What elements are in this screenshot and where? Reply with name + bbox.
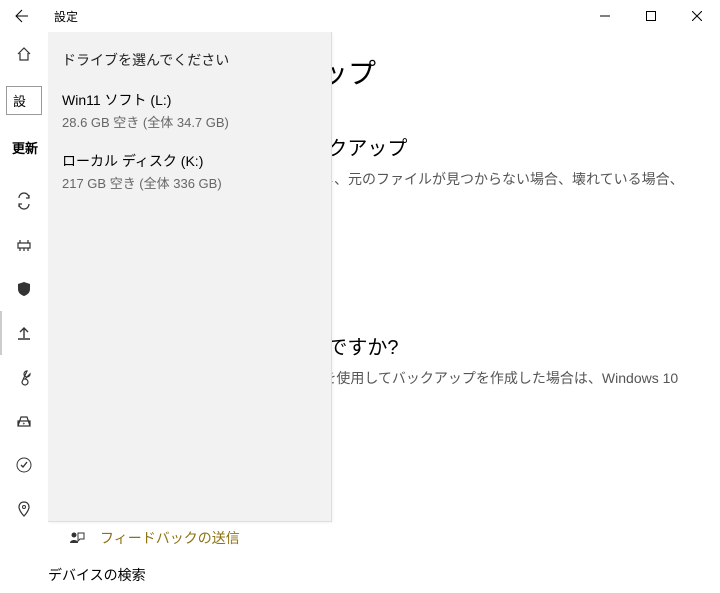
drive-freespace: 28.6 GB 空き (全体 34.7 GB): [62, 112, 317, 131]
drive-name: Win11 ソフト (L:): [62, 90, 317, 110]
maximize-button[interactable]: [628, 0, 674, 32]
drive-name: ローカル ディスク (K:): [62, 151, 317, 171]
minimize-button[interactable]: [582, 0, 628, 32]
drive-select-flyout: ドライブを選んでください Win11 ソフト (L:) 28.6 GB 空き (…: [48, 32, 332, 522]
device-search-label[interactable]: デバイスの検索: [48, 565, 146, 585]
window-controls: [582, 0, 720, 32]
wrench-icon: [15, 368, 33, 386]
drive-item[interactable]: Win11 ソフト (L:) 28.6 GB 空き (全体 34.7 GB): [62, 90, 317, 131]
sidebar-activation[interactable]: [0, 443, 48, 487]
sync-icon: [15, 192, 33, 210]
close-icon: [692, 11, 702, 21]
titlebar: 設定: [0, 0, 720, 32]
sidebar-home[interactable]: [0, 32, 48, 76]
sidebar-update[interactable]: 更新: [0, 125, 48, 169]
drive-freespace: 217 GB 空き (全体 336 GB): [62, 173, 317, 192]
feedback-link[interactable]: フィードバックの送信: [68, 528, 690, 548]
sidebar-delivery[interactable]: [0, 223, 48, 267]
minimize-icon: [600, 11, 610, 21]
maximize-icon: [646, 11, 656, 21]
check-icon: [15, 456, 33, 474]
sidebar-recovery[interactable]: [0, 399, 48, 443]
close-button[interactable]: [674, 0, 720, 32]
sidebar: 設 更新: [0, 32, 48, 593]
feedback-icon: [68, 529, 86, 547]
sidebar-sync[interactable]: [0, 179, 48, 223]
back-button[interactable]: [0, 0, 44, 32]
sidebar-troubleshoot[interactable]: [0, 355, 48, 399]
delivery-icon: [15, 236, 33, 254]
sidebar-search-clip[interactable]: 設: [6, 86, 42, 115]
arrow-left-icon: [14, 8, 30, 24]
sidebar-backup-active[interactable]: [0, 311, 48, 355]
home-icon: [15, 45, 33, 63]
upload-icon: [15, 324, 33, 342]
drive-item[interactable]: ローカル ディスク (K:) 217 GB 空き (全体 336 GB): [62, 151, 317, 192]
recovery-icon: [15, 412, 33, 430]
shield-icon: [15, 280, 33, 298]
location-icon: [15, 500, 33, 518]
window-title: 設定: [54, 8, 78, 25]
sidebar-security[interactable]: [0, 267, 48, 311]
flyout-title: ドライブを選んでください: [62, 50, 317, 70]
sidebar-find-device[interactable]: [0, 487, 48, 531]
feedback-label: フィードバックの送信: [100, 528, 240, 548]
